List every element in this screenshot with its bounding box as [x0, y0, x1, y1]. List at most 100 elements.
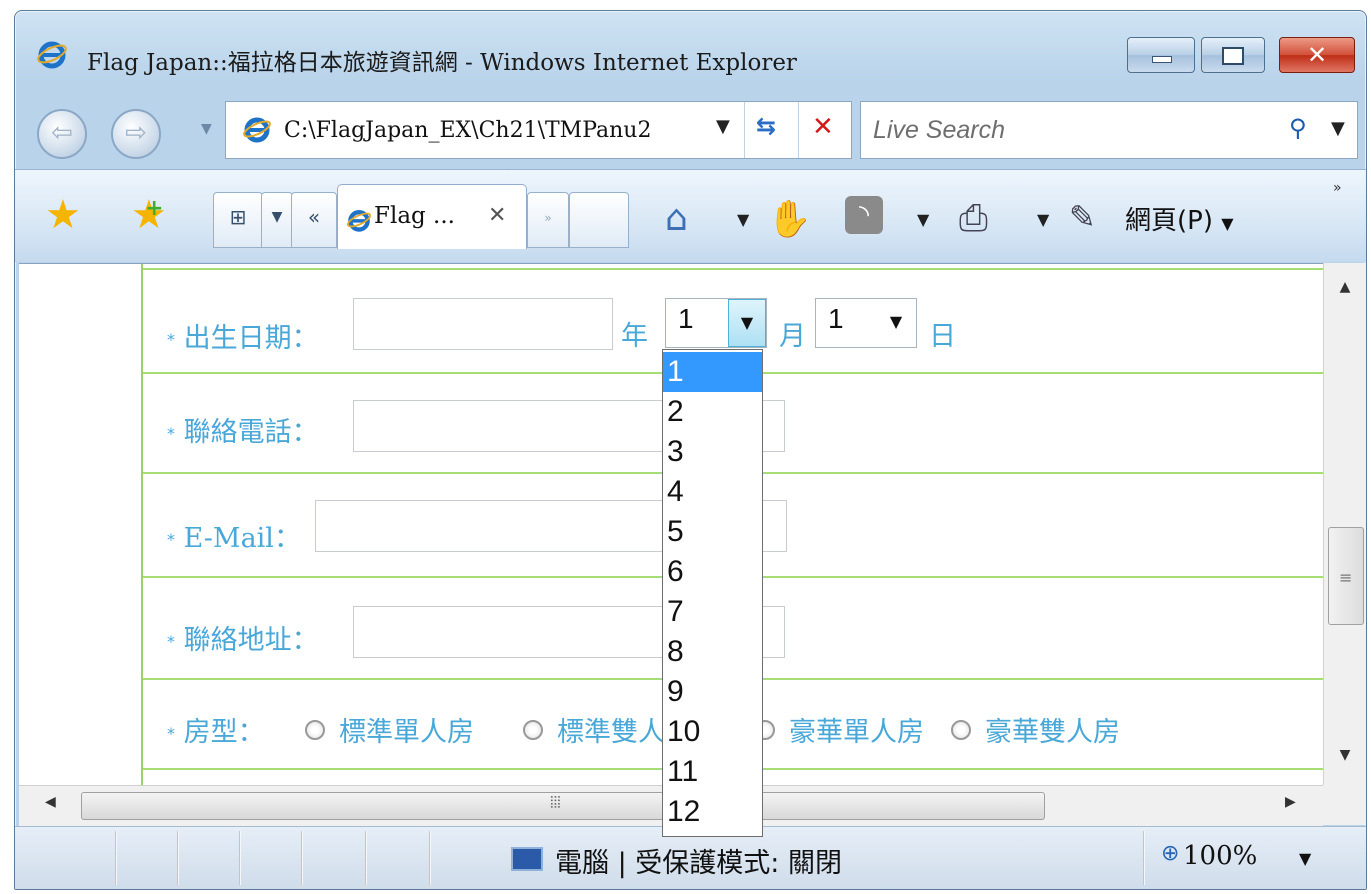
month-option[interactable]: 7 [663, 592, 762, 632]
month-option[interactable]: 6 [663, 552, 762, 592]
birth-month-select[interactable]: 1 ▼ [665, 298, 767, 348]
birth-month-value: 1 [678, 303, 694, 334]
divider [301, 831, 303, 885]
month-option[interactable]: 5 [663, 512, 762, 552]
divider [239, 831, 241, 885]
required-marker: * [167, 530, 175, 549]
month-option[interactable]: 1 [663, 352, 762, 392]
title-bar: Flag Japan::福拉格日本旅遊資訊網 - Windows Interne… [15, 11, 1366, 101]
quick-tabs-button[interactable]: ⊞ [213, 192, 263, 248]
divider [744, 102, 745, 158]
close-button[interactable]: ✕ [1279, 37, 1355, 73]
print-icon[interactable]: ⎙ [959, 198, 988, 240]
month-option[interactable]: 4 [663, 472, 762, 512]
required-marker: * [167, 424, 175, 443]
page-icon[interactable]: ✎ [1069, 198, 1096, 236]
divider [177, 831, 179, 885]
month-option[interactable]: 11 [663, 752, 762, 792]
chevron-down-icon[interactable]: ▼ [878, 303, 914, 341]
forward-button[interactable]: ⇨ [111, 109, 161, 159]
tab-scroll-icon: » [544, 211, 552, 225]
required-marker: * [167, 632, 175, 651]
required-marker: * [167, 330, 175, 349]
security-zone-text[interactable]: 電腦 | 受保護模式: 關閉 [555, 841, 842, 880]
ie-tab-icon [346, 210, 372, 232]
room-type-label-text: 房型： [183, 717, 265, 748]
favorites-star-icon[interactable]: ★ [45, 192, 81, 238]
address-bar[interactable]: C:\FlagJapan_EX\Ch21\TMPanu2 ▼ ⇆ ✕ [225, 101, 852, 159]
address-dropdown-icon[interactable]: ▼ [716, 116, 730, 137]
vertical-scrollbar[interactable]: ▲ ≡ ▼ [1323, 263, 1366, 785]
zoom-level[interactable]: 100% [1183, 841, 1257, 871]
back-button[interactable]: ⇦ [37, 109, 87, 159]
birth-year-field[interactable] [353, 298, 613, 350]
ie-logo-icon [37, 41, 67, 69]
scroll-right-icon[interactable]: ▶ [1285, 794, 1296, 810]
month-option[interactable]: 3 [663, 432, 762, 472]
month-option[interactable]: 10 [663, 712, 762, 752]
tab-active[interactable]: Flag ... ✕ [337, 184, 527, 249]
feeds-icon[interactable]: ◝ [845, 196, 883, 234]
recent-pages-dropdown[interactable]: ▼ [201, 121, 212, 137]
year-unit: 年 [621, 321, 648, 352]
room-standard-double-radio[interactable] [523, 720, 543, 740]
scroll-up-icon[interactable]: ▲ [1324, 279, 1366, 295]
birthdate-label: * 出生日期： [167, 316, 319, 355]
new-tab-button[interactable] [569, 192, 629, 248]
divider [798, 102, 799, 158]
scroll-corner [1323, 785, 1365, 825]
tab-close-icon[interactable]: ✕ [488, 203, 506, 228]
add-favorite-icon[interactable]: ★ + [131, 192, 167, 238]
birth-day-select[interactable]: 1 ▼ [815, 298, 917, 348]
address-url[interactable]: C:\FlagJapan_EX\Ch21\TMPanu2 [284, 118, 651, 143]
divider [365, 831, 367, 885]
minimize-button[interactable] [1127, 37, 1195, 73]
vertical-scroll-thumb[interactable]: ≡ [1328, 527, 1364, 625]
window-title: Flag Japan::福拉格日本旅遊資訊網 - Windows Interne… [87, 50, 797, 76]
chevron-down-icon: ▼ [271, 209, 283, 225]
month-option[interactable]: 12 [663, 792, 762, 832]
tab-scroll-right-button[interactable]: » [527, 192, 569, 248]
month-option[interactable]: 2 [663, 392, 762, 432]
month-unit: 月 [779, 321, 806, 352]
divider [115, 831, 117, 885]
double-chevron-left-icon: « [307, 205, 321, 229]
feeds-dropdown-icon[interactable]: ▼ [917, 210, 929, 229]
search-input[interactable]: Live Search [873, 116, 1005, 145]
search-icon[interactable]: ⚲ [1289, 114, 1307, 142]
room-deluxe-double-label: 豪華雙人房 [985, 717, 1120, 748]
email-label-text: E-Mail： [183, 523, 301, 554]
zoom-icon[interactable]: ⊕ [1161, 841, 1179, 866]
zoom-dropdown-icon[interactable]: ▼ [1299, 849, 1311, 868]
stop-icon[interactable]: ✕ [812, 112, 834, 142]
print-dropdown-icon[interactable]: ▼ [1037, 210, 1049, 229]
tab-scroll-left-button[interactable]: « [291, 192, 337, 248]
home-dropdown-icon[interactable]: ▼ [737, 210, 749, 229]
maximize-button[interactable] [1201, 37, 1265, 73]
room-deluxe-double-radio[interactable] [951, 720, 971, 740]
month-option[interactable]: 8 [663, 632, 762, 672]
search-box[interactable]: Live Search ⚲ ▼ [860, 101, 1358, 159]
chevron-down-icon[interactable]: ▼ [728, 299, 766, 347]
scroll-left-icon[interactable]: ◀ [45, 794, 56, 810]
address-label: * 聯絡地址： [167, 618, 319, 657]
month-option[interactable]: 9 [663, 672, 762, 712]
horizontal-scroll-thumb[interactable]: ⦙⦙⦙ [81, 792, 1045, 820]
hand-icon[interactable]: ✋ [767, 198, 812, 240]
search-dropdown-icon[interactable]: ▼ [1331, 118, 1345, 139]
chevron-down-icon: ▼ [1221, 214, 1234, 233]
month-dropdown-list[interactable]: 1 2 3 4 5 6 7 8 9 10 11 12 [662, 349, 763, 837]
home-icon[interactable]: ⌂ [665, 198, 688, 239]
grip-icon: ≡ [1339, 568, 1353, 587]
back-arrow-icon: ⇦ [51, 118, 73, 148]
page-menu-button[interactable]: 網頁(P) ▼ [1125, 200, 1234, 237]
phone-label-text: 聯絡電話： [183, 417, 319, 448]
scroll-down-icon[interactable]: ▼ [1324, 747, 1366, 763]
refresh-icon[interactable]: ⇆ [756, 112, 776, 140]
tab-list-dropdown[interactable]: ▼ [261, 192, 293, 248]
more-tools-icon[interactable]: » [1333, 180, 1342, 196]
phone-label: * 聯絡電話： [167, 410, 319, 449]
room-standard-single-label: 標準單人房 [339, 717, 474, 748]
divider [1143, 831, 1145, 885]
room-standard-single-radio[interactable] [305, 720, 325, 740]
